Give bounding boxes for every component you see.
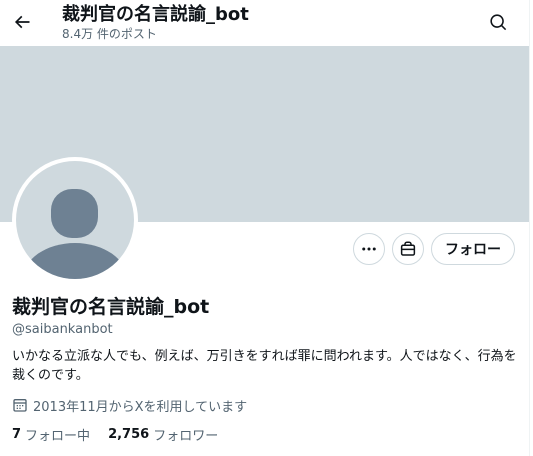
profile-bio: いかなる立派な人でも、例えば、万引きをすれば罪に問われます。人ではなく、行為を裁… — [12, 349, 517, 383]
following-link[interactable]: 7 フォロー中 — [12, 425, 90, 444]
back-button[interactable] — [8, 8, 36, 36]
post-count: 8.4万 件のポスト — [62, 27, 157, 41]
default-avatar-icon — [16, 161, 134, 279]
column-divider — [529, 0, 530, 456]
user-handle: @saibankanbot — [12, 322, 113, 337]
follow-button[interactable]: フォロー — [431, 233, 515, 265]
profile-header: 裁判官の名言説諭_bot 8.4万 件のポスト — [0, 0, 529, 46]
followers-label: フォロワー — [153, 428, 219, 444]
arrow-left-icon — [12, 12, 32, 32]
profile-page: 裁判官の名言説諭_bot 8.4万 件のポスト フォロー 裁判官の名言説諭_bo… — [0, 0, 529, 456]
subscription-icon — [399, 240, 417, 258]
more-icon — [360, 240, 378, 258]
following-count: 7 — [12, 426, 22, 442]
join-date-text: 2013年11月からXを利用しています — [33, 399, 248, 415]
display-name: 裁判官の名言説諭_bot — [12, 296, 210, 318]
more-button[interactable] — [353, 233, 385, 265]
search-button[interactable] — [484, 8, 512, 36]
followers-count: 2,756 — [108, 426, 150, 442]
header-title: 裁判官の名言説諭_bot — [62, 4, 249, 25]
followers-link[interactable]: 2,756 フォロワー — [108, 425, 218, 444]
following-label: フォロー中 — [25, 428, 91, 444]
search-icon — [489, 13, 508, 32]
avatar[interactable] — [12, 157, 138, 283]
subscribe-button[interactable] — [392, 233, 424, 265]
join-date: 2013年11月からXを利用しています — [12, 396, 248, 415]
follow-stats: 7 フォロー中 2,756 フォロワー — [12, 425, 218, 444]
calendar-icon — [12, 397, 28, 413]
